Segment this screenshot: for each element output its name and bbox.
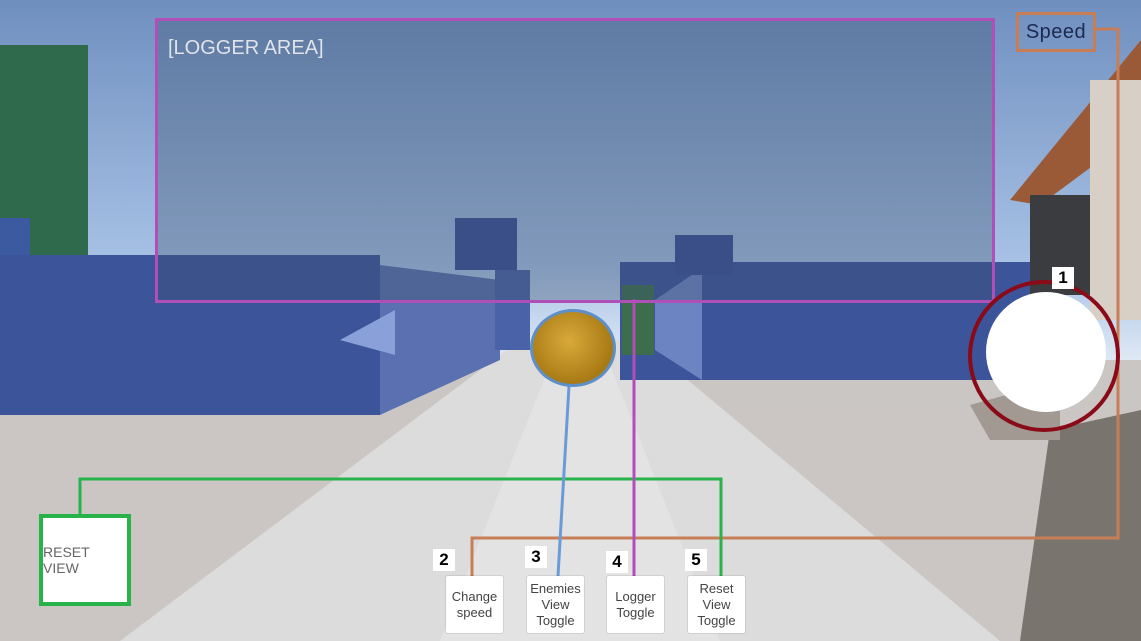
speed-indicator: Speed [1016, 12, 1096, 52]
joystick-number: 1 [1052, 267, 1074, 289]
logger-toggle-number: 4 [606, 551, 628, 573]
speed-label: Speed [1025, 20, 1087, 43]
reset-view-toggle-number: 5 [685, 549, 707, 571]
reset-view-button[interactable]: RESET VIEW [39, 514, 131, 606]
change-speed-number: 2 [433, 549, 455, 571]
enemies-view-number: 3 [525, 546, 547, 568]
coin [530, 309, 616, 387]
logger-toggle-button[interactable]: Logger Toggle [607, 576, 664, 633]
reset-view-toggle-button[interactable]: Reset View Toggle [688, 576, 745, 633]
enemies-view-toggle-button[interactable]: Enemies View Toggle [527, 576, 584, 633]
logger-area: [LOGGER AREA] [155, 18, 995, 303]
logger-area-label: [LOGGER AREA] [168, 37, 324, 59]
joystick-knob[interactable] [986, 292, 1106, 412]
change-speed-button[interactable]: Change speed [446, 576, 503, 633]
